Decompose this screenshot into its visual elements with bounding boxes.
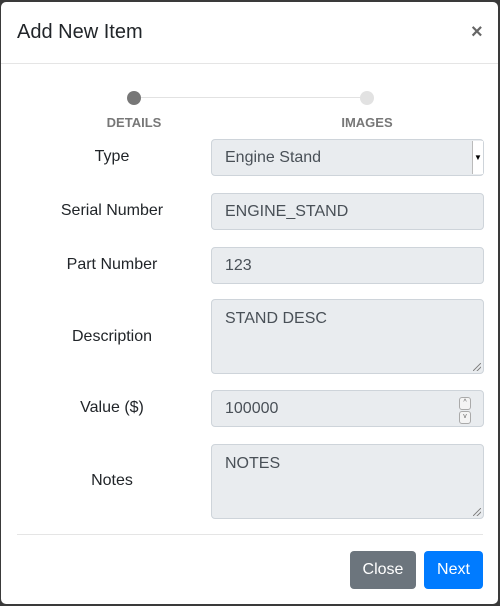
- type-value: Engine Stand: [225, 149, 322, 166]
- step-details-label: DETAILS: [106, 115, 162, 130]
- value-input[interactable]: 100000 ^ v: [211, 390, 484, 427]
- notes-label: Notes: [91, 472, 133, 489]
- chevron-up-icon[interactable]: ^: [459, 397, 471, 410]
- resize-handle-icon[interactable]: [473, 508, 481, 516]
- serial-number-input[interactable]: ENGINE_STAND: [211, 193, 484, 230]
- step-images-label: IMAGES: [341, 115, 393, 130]
- next-button[interactable]: Next: [424, 551, 483, 589]
- header-divider: [1, 63, 498, 64]
- close-button[interactable]: Close: [350, 551, 416, 589]
- number-spinner[interactable]: ^ v: [459, 397, 471, 424]
- value-value: 100000: [225, 400, 279, 417]
- serial-number-label: Serial Number: [60, 202, 164, 219]
- type-label: Type: [94, 148, 130, 165]
- description-textarea[interactable]: STAND DESC: [211, 299, 484, 374]
- notes-textarea[interactable]: NOTES: [211, 444, 484, 519]
- chevron-down-icon[interactable]: v: [459, 411, 471, 424]
- part-number-label: Part Number: [66, 256, 158, 273]
- description-value: STAND DESC: [225, 310, 327, 327]
- footer-divider: [17, 534, 483, 535]
- value-label: Value ($): [80, 399, 144, 416]
- close-icon[interactable]: ×: [471, 21, 483, 44]
- add-item-modal: Add New Item × DETAILS IMAGES Type Engin…: [1, 2, 498, 604]
- resize-handle-icon[interactable]: [473, 363, 481, 371]
- stepper-line: [141, 97, 367, 98]
- step-images-dot[interactable]: [360, 91, 374, 105]
- part-number-input[interactable]: 123: [211, 247, 484, 284]
- type-select[interactable]: Engine Stand ▼: [211, 139, 484, 176]
- notes-value: NOTES: [225, 455, 281, 472]
- description-label: Description: [71, 328, 153, 345]
- modal-title: Add New Item: [17, 21, 143, 43]
- caret-down-icon: ▼: [472, 141, 483, 174]
- step-details-dot[interactable]: [127, 91, 141, 105]
